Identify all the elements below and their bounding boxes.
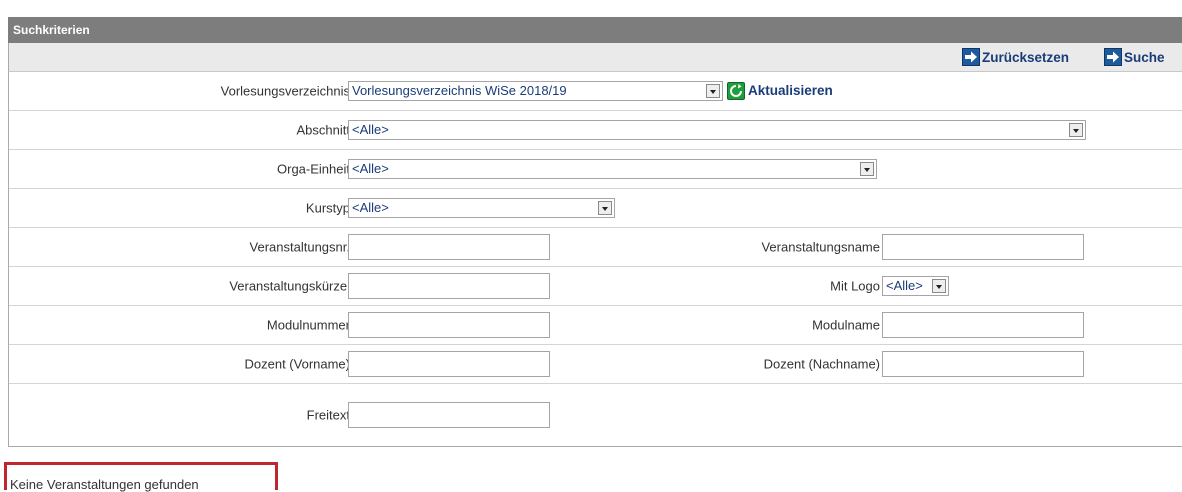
kurstyp-label: Kurstyp <box>305 200 350 216</box>
chevron-down-icon[interactable] <box>932 279 946 293</box>
veranstaltungsnr-label: Veranstaltungsnr. <box>249 239 350 255</box>
reset-button-label: Zurücksetzen <box>982 50 1070 65</box>
dozent-vorname-label: Dozent (Vorname) <box>244 356 351 372</box>
dozent-nachname-input[interactable] <box>882 351 1084 377</box>
section-header: Suchkriterien <box>8 17 1182 43</box>
freitext-input[interactable] <box>348 402 550 428</box>
chevron-down-icon[interactable] <box>598 201 612 215</box>
search-button[interactable]: Suche <box>1104 48 1165 67</box>
freitext-label: Freitext <box>306 407 350 423</box>
chevron-down-icon[interactable] <box>860 162 874 176</box>
result-message-box: Keine Veranstaltungen gefunden <box>4 462 278 491</box>
row-veranstaltungskuerzel: Veranstaltungskürzel Mit Logo <Alle> <box>9 267 1182 306</box>
row-vorlesungsverzeichnis: Vorlesungsverzeichnis Vorlesungsverzeich… <box>9 72 1182 111</box>
orga-einheit-label: Orga-Einheit <box>277 161 350 177</box>
veranstaltungskuerzel-input[interactable] <box>348 273 550 299</box>
search-toolbar: Zurücksetzen Suche <box>8 43 1182 72</box>
modulnummer-input[interactable] <box>348 312 550 338</box>
modulnummer-label: Modulnummer <box>266 317 350 333</box>
section-title: Suchkriterien <box>13 23 90 37</box>
row-dozent: Dozent (Vorname) Dozent (Nachname) <box>9 345 1182 384</box>
reset-button[interactable]: Zurücksetzen <box>962 48 1069 67</box>
kurstyp-select[interactable]: <Alle> <box>348 198 615 218</box>
veranstaltungsname-input[interactable] <box>882 234 1084 260</box>
veranstaltungskuerzel-label: Veranstaltungskürzel <box>229 278 350 294</box>
refresh-icon <box>727 82 745 100</box>
chevron-down-icon[interactable] <box>706 84 720 98</box>
search-form: Vorlesungsverzeichnis Vorlesungsverzeich… <box>8 72 1182 447</box>
row-orga-einheit: Orga-Einheit <Alle> <box>9 150 1182 189</box>
chevron-down-icon[interactable] <box>1069 123 1083 137</box>
orga-einheit-select[interactable]: <Alle> <box>348 159 877 179</box>
mit-logo-label: Mit Logo <box>830 278 880 294</box>
row-veranstaltungsnr: Veranstaltungsnr. Veranstaltungsname <box>9 228 1182 267</box>
veranstaltungsname-label: Veranstaltungsname <box>761 239 880 255</box>
orga-einheit-value: <Alle> <box>352 161 389 176</box>
vorlesungsverzeichnis-label: Vorlesungsverzeichnis <box>220 83 350 99</box>
dozent-nachname-label: Dozent (Nachname) <box>763 356 880 372</box>
abschnitt-label: Abschnitt <box>296 122 350 138</box>
vorlesungsverzeichnis-value: Vorlesungsverzeichnis WiSe 2018/19 <box>352 83 567 98</box>
dozent-vorname-input[interactable] <box>348 351 550 377</box>
mit-logo-value: <Alle> <box>886 278 923 293</box>
vorlesungsverzeichnis-select[interactable]: Vorlesungsverzeichnis WiSe 2018/19 <box>348 81 723 101</box>
row-modulnummer: Modulnummer Modulname <box>9 306 1182 345</box>
mit-logo-select[interactable]: <Alle> <box>882 276 949 296</box>
row-kurstyp: Kurstyp <Alle> <box>9 189 1182 228</box>
search-button-label: Suche <box>1124 50 1165 65</box>
abschnitt-select[interactable]: <Alle> <box>348 120 1086 140</box>
veranstaltungsnr-input[interactable] <box>348 234 550 260</box>
row-abschnitt: Abschnitt <Alle> <box>9 111 1182 150</box>
kurstyp-value: <Alle> <box>352 200 389 215</box>
modulname-input[interactable] <box>882 312 1084 338</box>
arrow-right-icon <box>1104 48 1122 66</box>
modulname-label: Modulname <box>812 317 880 333</box>
abschnitt-value: <Alle> <box>352 122 389 137</box>
arrow-right-icon <box>962 48 980 66</box>
refresh-label: Aktualisieren <box>748 83 833 98</box>
refresh-button[interactable]: Aktualisieren <box>727 81 833 101</box>
row-freitext: Freitext <box>9 384 1182 446</box>
